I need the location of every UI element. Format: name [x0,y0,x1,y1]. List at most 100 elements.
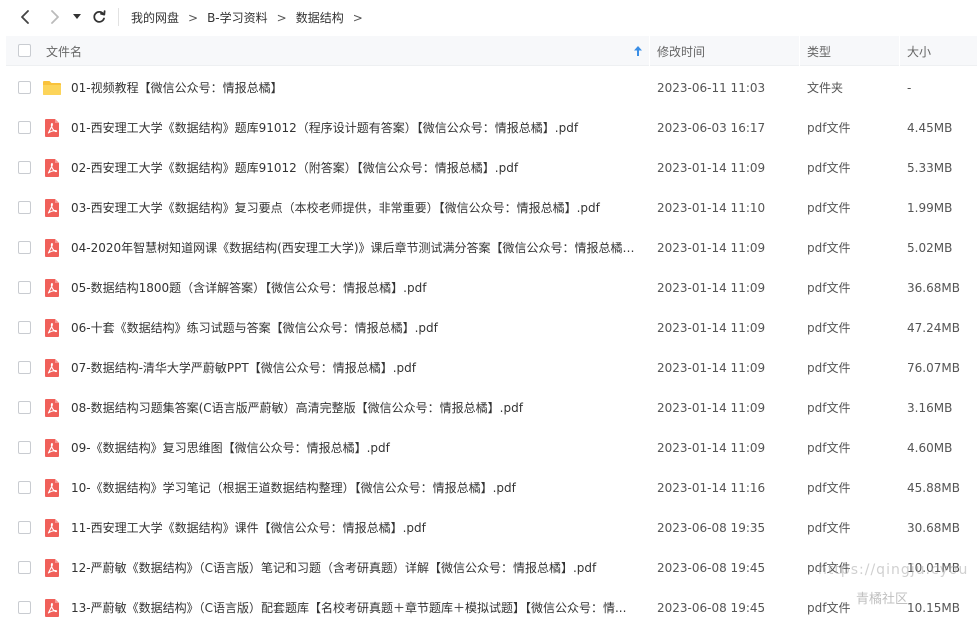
file-name[interactable]: 02-西安理工大学《数据结构》题库91012（附答案）【微信公众号：情报总橘】.… [71,148,643,188]
file-row[interactable]: 05-数据结构1800题（含详解答案）【微信公众号：情报总橘】.pdf 2023-… [6,268,977,308]
file-type: pdf文件 [807,401,851,415]
file-name[interactable]: 08-数据结构习题集答案(C语言版严蔚敏）高清完整版【微信公众号：情报总橘】.p… [71,388,643,428]
file-row[interactable]: 01-视频教程【微信公众号：情报总橘】 2023-06-11 11:03 文件夹 - [6,68,977,108]
pdf-icon [42,358,62,378]
toolbar-divider [118,8,119,26]
file-name[interactable]: 05-数据结构1800题（含详解答案）【微信公众号：情报总橘】.pdf [71,268,643,308]
pdf-icon [42,558,62,578]
file-row[interactable]: 11-西安理工大学《数据结构》课件【微信公众号：情报总橘】.pdf 2023-06… [6,508,977,548]
file-name[interactable]: 07-数据结构-清华大学严蔚敏PPT【微信公众号：情报总橘】.pdf [71,348,643,388]
folder-icon [42,78,62,98]
breadcrumb: 我的网盘 > B-学习资料 > 数据结构 > [131,9,372,26]
row-checkbox[interactable] [18,401,31,414]
file-row[interactable]: 13-严蔚敏《数据结构》（C语言版）配套题库【名校考研真题＋章节题库＋模拟试题】… [6,588,977,624]
file-modified-time: 2023-01-14 11:09 [657,241,766,255]
pdf-icon [42,438,62,458]
file-size: 4.60MB [907,441,953,455]
file-modified-time: 2023-06-11 11:03 [657,81,766,95]
file-type: pdf文件 [807,201,851,215]
file-name[interactable]: 10-《数据结构》学习笔记（根据王道数据结构整理）【微信公众号：情报总橘】.pd… [71,468,643,508]
file-modified-time: 2023-01-14 11:09 [657,401,766,415]
pdf-icon [42,478,62,498]
column-divider [649,36,650,66]
file-size: 76.07MB [907,361,960,375]
breadcrumb-separator: > [276,10,287,25]
file-size: 3.16MB [907,401,953,415]
file-name[interactable]: 13-严蔚敏《数据结构》（C语言版）配套题库【名校考研真题＋章节题库＋模拟试题】… [71,588,643,624]
file-row[interactable]: 02-西安理工大学《数据结构》题库91012（附答案）【微信公众号：情报总橘】.… [6,148,977,188]
file-size: - [907,81,912,95]
row-checkbox[interactable] [18,561,31,574]
row-checkbox[interactable] [18,201,31,214]
file-modified-time: 2023-01-14 11:09 [657,161,766,175]
breadcrumb-item-my-drive[interactable]: 我的网盘 [131,9,179,26]
file-modified-time: 2023-01-14 11:16 [657,481,766,495]
pdf-icon [42,198,62,218]
file-size: 10.15MB [907,601,960,615]
breadcrumb-separator: > [352,10,363,25]
file-type: pdf文件 [807,441,851,455]
pdf-icon [42,118,62,138]
file-modified-time: 2023-06-08 19:35 [657,521,766,535]
file-name[interactable]: 09-《数据结构》复习思维图【微信公众号：情报总橘】.pdf [71,428,643,468]
column-header-size[interactable]: 大小 [907,36,931,66]
file-name[interactable]: 01-视频教程【微信公众号：情报总橘】 [71,68,643,108]
file-modified-time: 2023-01-14 11:10 [657,201,766,215]
row-checkbox[interactable] [18,281,31,294]
row-checkbox[interactable] [18,481,31,494]
file-size: 36.68MB [907,281,960,295]
file-name[interactable]: 03-西安理工大学《数据结构》复习要点（本校老师提供，非常重要）【微信公众号：情… [71,188,643,228]
column-header-name[interactable]: 文件名 [46,36,82,66]
file-row[interactable]: 10-《数据结构》学习笔记（根据王道数据结构整理）【微信公众号：情报总橘】.pd… [6,468,977,508]
file-row[interactable]: 06-十套《数据结构》练习试题与答案【微信公众号：情报总橘】.pdf 2023-0… [6,308,977,348]
breadcrumb-item-data-structures[interactable]: 数据结构 [296,9,344,26]
refresh-icon[interactable] [90,8,108,26]
file-modified-time: 2023-06-08 19:45 [657,561,766,575]
file-name[interactable]: 06-十套《数据结构》练习试题与答案【微信公众号：情报总橘】.pdf [71,308,643,348]
file-type: pdf文件 [807,241,851,255]
file-type: 文件夹 [807,81,844,95]
file-name[interactable]: 11-西安理工大学《数据结构》课件【微信公众号：情报总橘】.pdf [71,508,643,548]
history-dropdown-icon[interactable] [71,8,83,26]
file-modified-time: 2023-06-08 19:45 [657,601,766,615]
pdf-icon [42,398,62,418]
select-all-checkbox[interactable] [18,44,31,57]
row-checkbox[interactable] [18,241,31,254]
pdf-icon [42,238,62,258]
back-arrow-icon[interactable] [16,8,34,26]
column-header-type[interactable]: 类型 [807,36,831,66]
forward-arrow-icon[interactable] [46,8,64,26]
file-size: 45.88MB [907,481,960,495]
file-type: pdf文件 [807,521,851,535]
file-name[interactable]: 04-2020年智慧树知道网课《数据结构(西安理工大学)》课后章节测试满分答案【… [71,228,643,268]
row-checkbox[interactable] [18,121,31,134]
file-size: 30.68MB [907,521,960,535]
row-checkbox[interactable] [18,441,31,454]
file-row[interactable]: 04-2020年智慧树知道网课《数据结构(西安理工大学)》课后章节测试满分答案【… [6,228,977,268]
file-row[interactable]: 01-西安理工大学《数据结构》题库91012（程序设计题有答案）【微信公众号：情… [6,108,977,148]
file-modified-time: 2023-01-14 11:09 [657,321,766,335]
breadcrumb-item-study-materials[interactable]: B-学习资料 [207,9,268,26]
pdf-icon [42,278,62,298]
file-row[interactable]: 07-数据结构-清华大学严蔚敏PPT【微信公众号：情报总橘】.pdf 2023-0… [6,348,977,388]
row-checkbox[interactable] [18,161,31,174]
file-type: pdf文件 [807,361,851,375]
row-checkbox[interactable] [18,81,31,94]
column-divider [899,36,900,66]
file-row[interactable]: 09-《数据结构》复习思维图【微信公众号：情报总橘】.pdf 2023-01-14… [6,428,977,468]
row-checkbox[interactable] [18,361,31,374]
row-checkbox[interactable] [18,601,31,614]
file-name[interactable]: 01-西安理工大学《数据结构》题库91012（程序设计题有答案）【微信公众号：情… [71,108,643,148]
pdf-icon [42,318,62,338]
file-size: 5.33MB [907,161,953,175]
file-name[interactable]: 12-严蔚敏《数据结构》（C语言版）笔记和习题（含考研真题）详解【微信公众号：情… [71,548,643,588]
file-row[interactable]: 08-数据结构习题集答案(C语言版严蔚敏）高清完整版【微信公众号：情报总橘】.p… [6,388,977,428]
row-checkbox[interactable] [18,521,31,534]
sort-ascending-icon[interactable] [633,45,643,57]
file-size: 47.24MB [907,321,960,335]
file-row[interactable]: 03-西安理工大学《数据结构》复习要点（本校老师提供，非常重要）【微信公众号：情… [6,188,977,228]
file-list-header: 文件名 修改时间 类型 大小 [6,36,977,66]
column-header-modified[interactable]: 修改时间 [657,36,705,66]
row-checkbox[interactable] [18,321,31,334]
column-divider [799,36,800,66]
